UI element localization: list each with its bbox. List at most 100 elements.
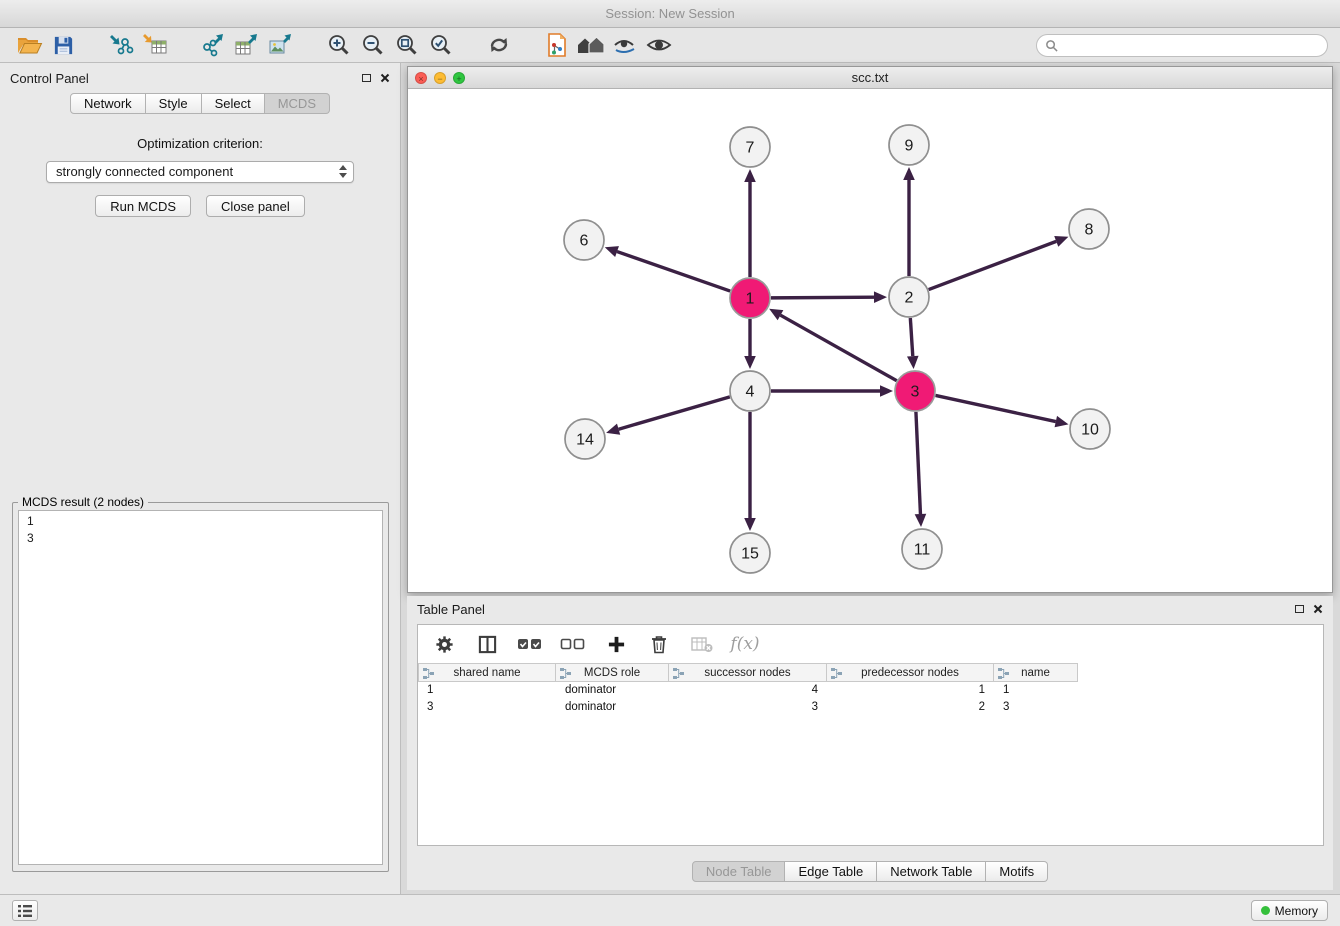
graph-edge-4-15[interactable]: [744, 412, 756, 531]
show-hide-button[interactable]: [642, 30, 676, 60]
graph-node-10[interactable]: 10: [1070, 409, 1110, 449]
eye-icon: [646, 35, 672, 55]
save-session-button[interactable]: [46, 30, 80, 60]
column-tree-icon: [423, 668, 434, 679]
export-table-button[interactable]: [230, 30, 264, 60]
tab-select[interactable]: Select: [202, 93, 265, 114]
criterion-value: strongly connected component: [56, 164, 233, 179]
graph-edge-1-4[interactable]: [744, 319, 756, 369]
export-image-button[interactable]: [264, 30, 298, 60]
control-panel-title: Control Panel: [10, 71, 89, 86]
delete-table-icon: [691, 635, 713, 653]
column-header-predecessor-nodes[interactable]: predecessor nodes: [827, 663, 994, 682]
delete-table-button[interactable]: [688, 630, 716, 658]
close-table-panel-icon[interactable]: [1313, 604, 1323, 614]
network-window-titlebar[interactable]: × − + scc.txt: [408, 67, 1332, 89]
graph-edge-1-2[interactable]: [771, 291, 887, 303]
mcds-tab-content: Optimization criterion: strongly connect…: [0, 114, 400, 217]
table-row[interactable]: 1dominator411: [418, 682, 1323, 699]
graph-edge-2-9[interactable]: [903, 167, 915, 276]
graph-node-6[interactable]: 6: [564, 220, 604, 260]
graph-edge-1-6[interactable]: [605, 246, 730, 291]
graph-node-9[interactable]: 9: [889, 125, 929, 165]
import-table-button[interactable]: [138, 30, 172, 60]
import-network-button[interactable]: [104, 30, 138, 60]
deselect-all-button[interactable]: [559, 630, 587, 658]
tab-mcds[interactable]: MCDS: [265, 93, 330, 114]
export-network-button[interactable]: [196, 30, 230, 60]
task-history-button[interactable]: [12, 900, 38, 921]
close-panel-icon[interactable]: [380, 73, 390, 83]
graph-node-1[interactable]: 1: [730, 278, 770, 318]
export-table-icon: [234, 33, 260, 57]
tab-node-table[interactable]: Node Table: [692, 861, 786, 882]
svg-text:9: 9: [905, 138, 914, 155]
table-cell: 3: [418, 699, 556, 716]
unchecked-boxes-icon: [560, 636, 586, 652]
open-folder-icon: [16, 34, 43, 56]
column-header-shared-name[interactable]: shared name: [418, 663, 556, 682]
search-box[interactable]: [1036, 34, 1328, 57]
tab-motifs[interactable]: Motifs: [986, 861, 1048, 882]
run-mcds-button[interactable]: Run MCDS: [95, 195, 191, 217]
tab-edge-table[interactable]: Edge Table: [785, 861, 877, 882]
mcds-result-text[interactable]: 1 3: [18, 510, 383, 865]
export-network-icon: [200, 33, 226, 57]
ndex-home-button[interactable]: [574, 30, 608, 60]
import-table-icon: [142, 33, 168, 57]
tab-network-table[interactable]: Network Table: [877, 861, 986, 882]
mcds-result-box: MCDS result (2 nodes) 1 3: [12, 495, 389, 872]
column-header-name[interactable]: name: [994, 663, 1078, 682]
zoom-in-button[interactable]: [322, 30, 356, 60]
graph-node-2[interactable]: 2: [889, 277, 929, 317]
select-all-button[interactable]: [516, 630, 544, 658]
graph-node-15[interactable]: 15: [730, 533, 770, 573]
float-table-panel-icon[interactable]: [1295, 605, 1304, 613]
apply-layout-button[interactable]: [482, 30, 516, 60]
maximize-window-icon[interactable]: +: [453, 72, 465, 84]
graph-edge-4-3[interactable]: [771, 385, 893, 397]
graph-node-3[interactable]: 3: [895, 371, 935, 411]
table-settings-button[interactable]: [430, 630, 458, 658]
zoom-out-button[interactable]: [356, 30, 390, 60]
mcds-result-title: MCDS result (2 nodes): [18, 495, 148, 509]
column-header-MCDS-role[interactable]: MCDS role: [556, 663, 669, 682]
add-column-button[interactable]: [602, 630, 630, 658]
function-builder-button[interactable]: f(x): [731, 630, 759, 658]
show-columns-button[interactable]: [473, 630, 501, 658]
graph-edge-1-7[interactable]: [744, 169, 756, 277]
network-file-button[interactable]: [540, 30, 574, 60]
memory-label: Memory: [1275, 904, 1318, 918]
graph-edge-3-1[interactable]: [769, 309, 897, 381]
open-session-button[interactable]: [12, 30, 46, 60]
table-row[interactable]: 3dominator323: [418, 699, 1323, 716]
zoom-fit-button[interactable]: [390, 30, 424, 60]
table-cell: 1: [418, 682, 556, 699]
graph-edge-2-8[interactable]: [929, 236, 1069, 290]
criterion-dropdown[interactable]: strongly connected component: [46, 161, 354, 183]
graph-edge-4-14[interactable]: [606, 397, 730, 435]
float-panel-icon[interactable]: [362, 74, 371, 82]
zoom-in-icon: [327, 33, 351, 57]
graph-edge-3-11[interactable]: [915, 412, 927, 527]
memory-button[interactable]: Memory: [1251, 900, 1328, 921]
minimize-window-icon[interactable]: −: [434, 72, 446, 84]
network-canvas[interactable]: 7 9 6 8 1 2 4 3 14 10 15 11: [408, 89, 1332, 592]
close-window-icon[interactable]: ×: [415, 72, 427, 84]
graph-node-14[interactable]: 14: [565, 419, 605, 459]
graph-node-4[interactable]: 4: [730, 371, 770, 411]
search-input[interactable]: [1063, 38, 1319, 52]
graph-edge-2-3[interactable]: [907, 318, 919, 369]
delete-column-button[interactable]: [645, 630, 673, 658]
zoom-selected-button[interactable]: [424, 30, 458, 60]
graph-node-11[interactable]: 11: [902, 529, 942, 569]
tab-network[interactable]: Network: [70, 93, 146, 114]
graph-edge-3-10[interactable]: [936, 395, 1069, 427]
column-header-successor-nodes[interactable]: successor nodes: [669, 663, 827, 682]
graph-node-8[interactable]: 8: [1069, 209, 1109, 249]
visual-style-button[interactable]: [608, 30, 642, 60]
table-panel-title: Table Panel: [417, 602, 485, 617]
close-panel-button[interactable]: Close panel: [206, 195, 305, 217]
graph-node-7[interactable]: 7: [730, 127, 770, 167]
tab-style[interactable]: Style: [146, 93, 202, 114]
